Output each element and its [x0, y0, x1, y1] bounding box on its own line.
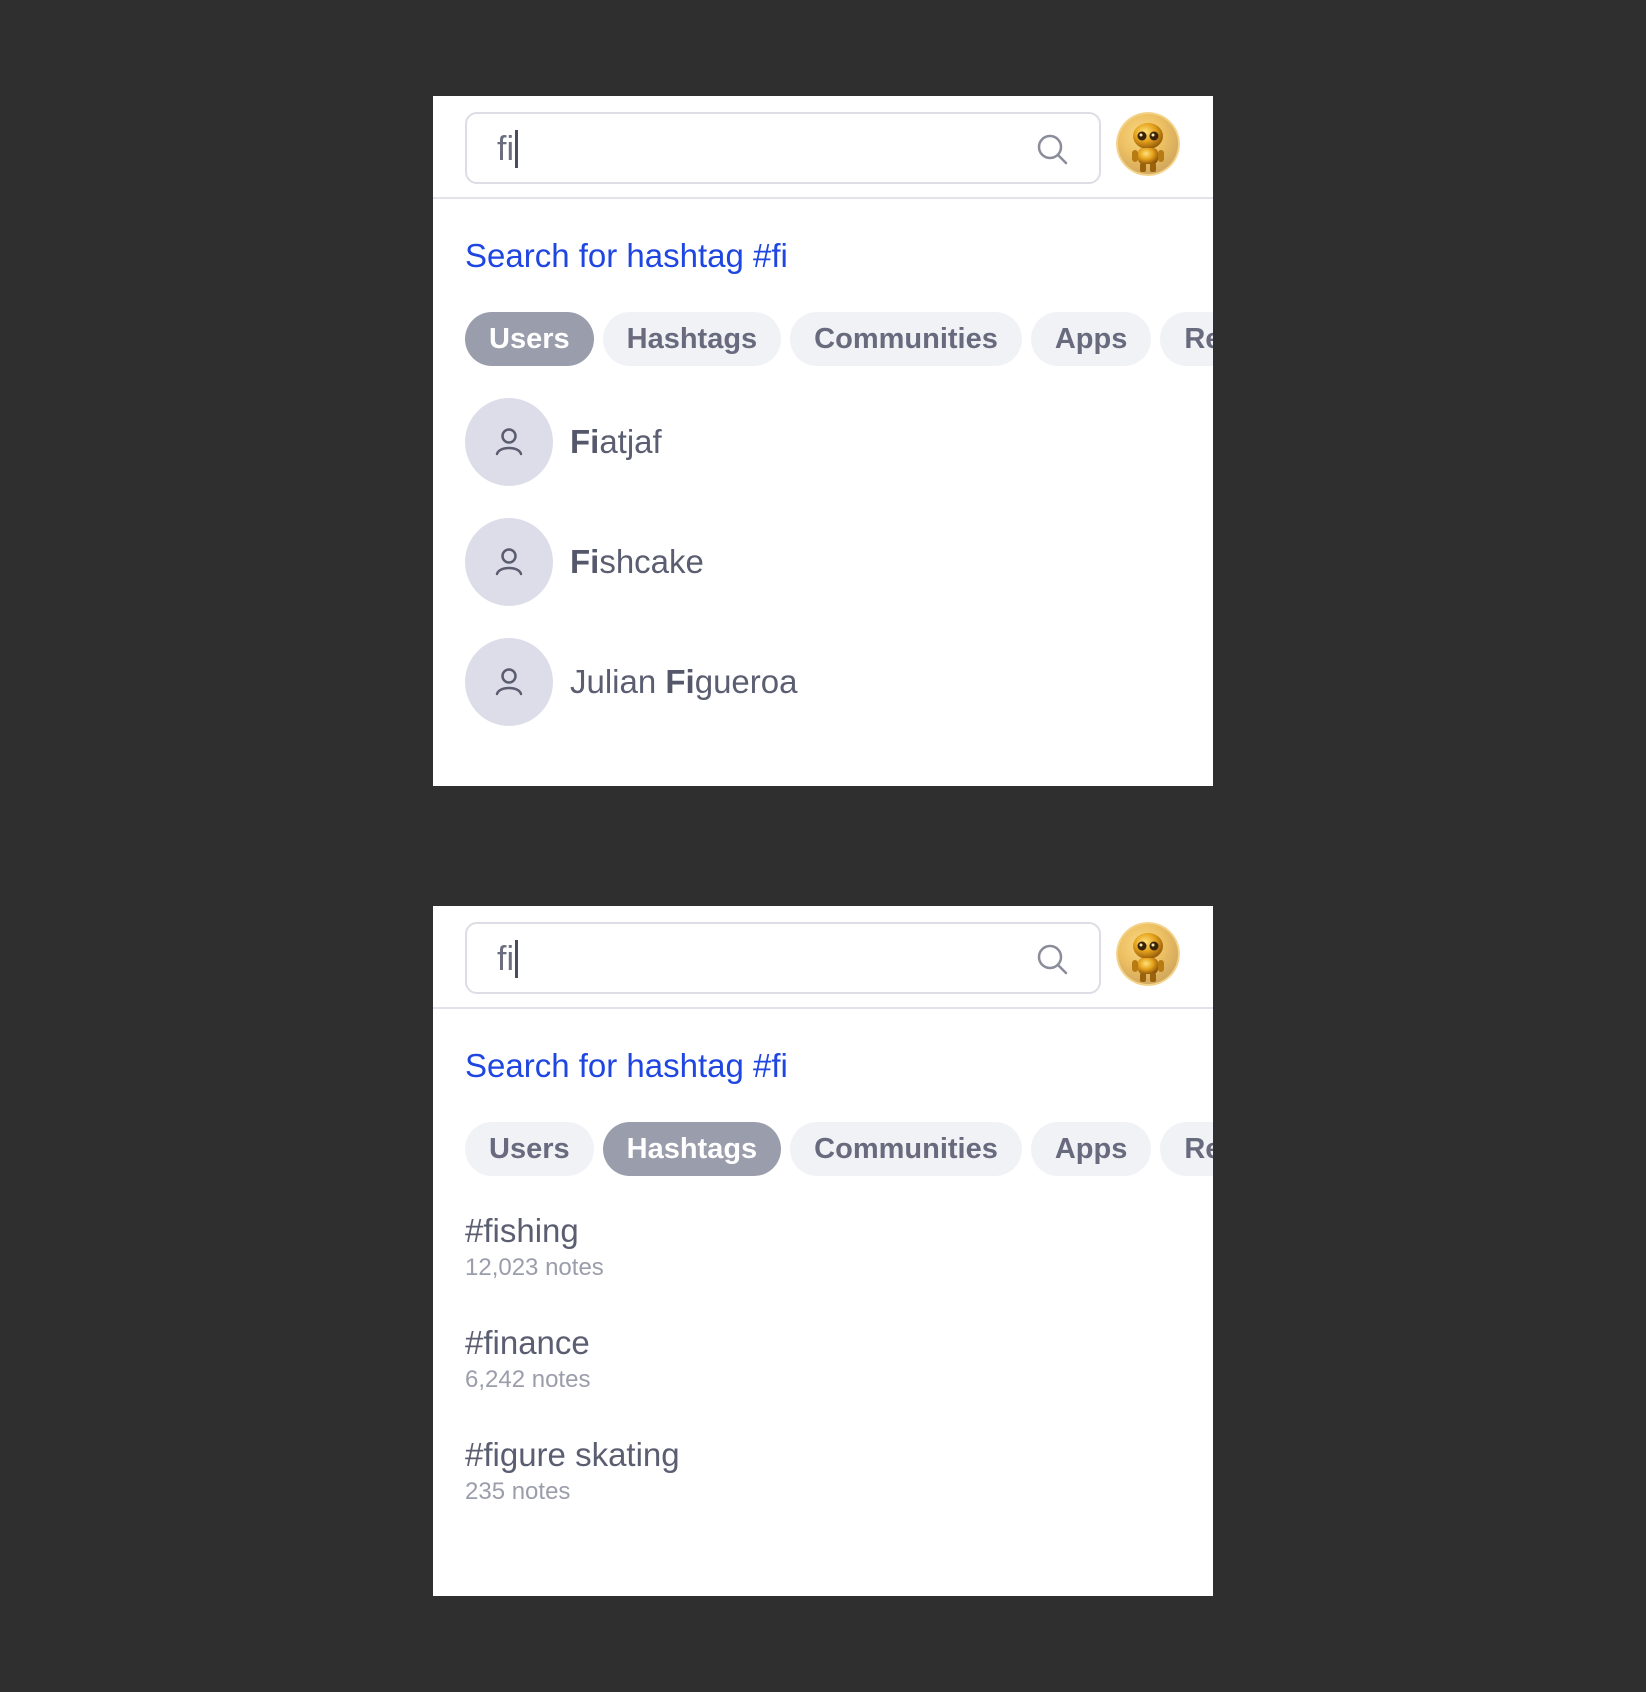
tab-users[interactable]: Users [465, 312, 594, 366]
text-caret [515, 940, 518, 978]
hashtag-note-count: 12,023 notes [465, 1254, 604, 1281]
hashtag-note-count: 235 notes [465, 1478, 571, 1505]
search-header: fi [433, 96, 1213, 199]
hashtag-name: #figure skating [465, 1436, 680, 1473]
search-input-value: fi [497, 130, 518, 168]
user-placeholder-icon [465, 638, 553, 726]
avatar[interactable] [1116, 112, 1180, 176]
search-hashtag-link[interactable]: Search for hashtag #fi [465, 1046, 788, 1086]
hashtag-result-row[interactable]: #finance 6,242 notes [465, 1324, 590, 1394]
search-hashtag-link[interactable]: Search for hashtag #fi [465, 236, 788, 276]
tab-communities[interactable]: Communities [790, 312, 1022, 366]
user-name: Fiatjaf [570, 423, 662, 460]
result-tabs: UsersHashtagsCommunitiesAppsRe [465, 1122, 1213, 1176]
tab-users[interactable]: Users [465, 1122, 594, 1176]
hashtag-name: #finance [465, 1324, 590, 1361]
user-name: Julian Figueroa [570, 663, 798, 700]
search-panel-hashtags: fi Search for hashtag #fi Users Hashtags… [433, 906, 1213, 1596]
hashtag-name: #fishing [465, 1212, 579, 1249]
avatar[interactable] [1116, 922, 1180, 986]
tab-communities[interactable]: Communities [790, 1122, 1022, 1176]
hashtag-note-count: 6,242 notes [465, 1366, 591, 1393]
search-input-value: fi [497, 940, 518, 978]
user-placeholder-icon [465, 518, 553, 606]
search-icon[interactable] [1035, 942, 1069, 976]
search-icon[interactable] [1035, 132, 1069, 166]
result-tabs: UsersHashtagsCommunitiesAppsRe [465, 312, 1213, 366]
tab-re[interactable]: Re [1160, 312, 1213, 366]
tab-hashtags[interactable]: Hashtags [602, 312, 782, 366]
user-name: Fishcake [570, 543, 704, 580]
search-header: fi [433, 906, 1213, 1009]
hashtag-result-row[interactable]: #figure skating 235 notes [465, 1436, 680, 1506]
tab-apps[interactable]: Apps [1030, 312, 1152, 366]
text-caret [515, 130, 518, 168]
hashtag-result-row[interactable]: #fishing 12,023 notes [465, 1212, 604, 1282]
tab-hashtags[interactable]: Hashtags [602, 1122, 782, 1176]
search-panel-users: fi Search for hashtag #fi Users Hashtags… [433, 96, 1213, 786]
tab-re[interactable]: Re [1160, 1122, 1213, 1176]
tab-apps[interactable]: Apps [1030, 1122, 1152, 1176]
search-input[interactable]: fi [465, 922, 1101, 994]
search-input[interactable]: fi [465, 112, 1101, 184]
user-placeholder-icon [465, 398, 553, 486]
